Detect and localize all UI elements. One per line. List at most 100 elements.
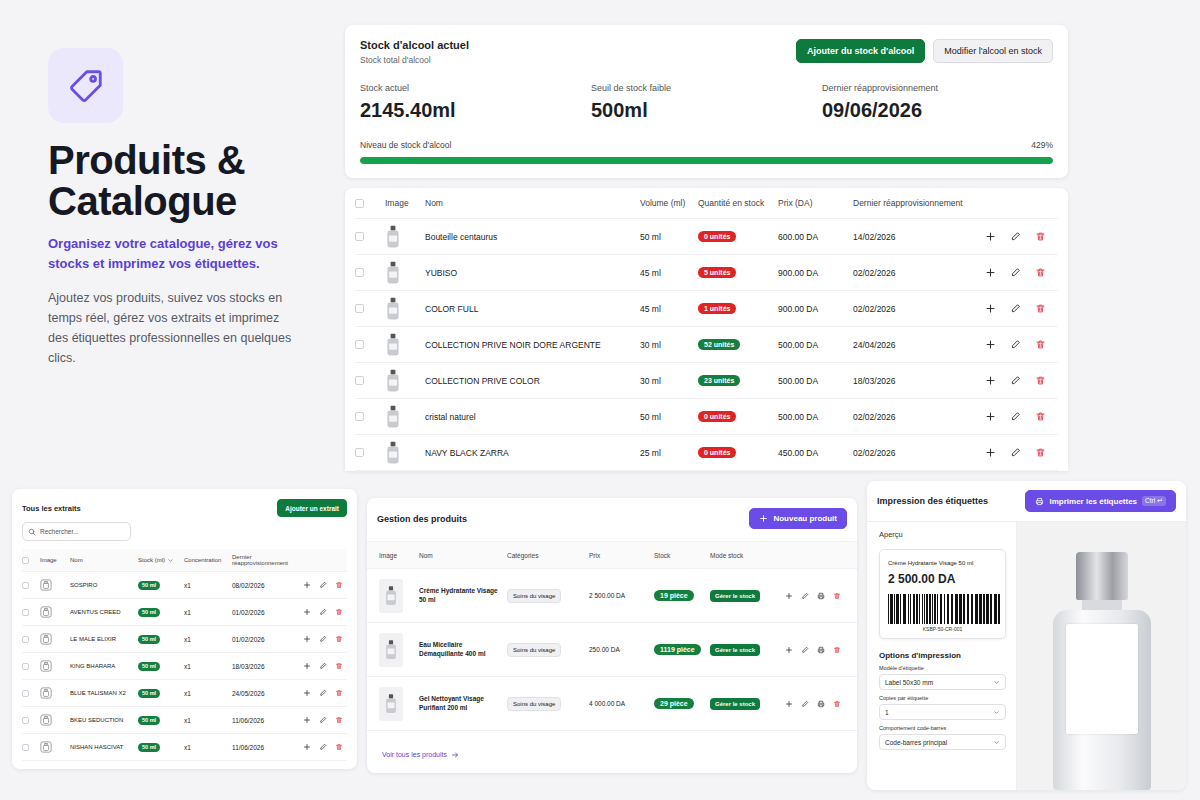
manage-stock-button[interactable]: Gérer le stock [710,698,760,710]
plus-icon[interactable] [785,700,793,708]
row-checkbox[interactable] [355,268,364,277]
pencil-icon[interactable] [1010,411,1021,422]
search-input[interactable] [40,528,125,535]
option-select[interactable]: Code-barres principal [879,734,1006,750]
plus-icon[interactable] [303,608,311,616]
plus-icon[interactable] [985,231,996,242]
row-checkbox[interactable] [22,717,29,724]
trash-icon[interactable] [833,700,841,708]
row-checkbox[interactable] [22,636,29,643]
pencil-icon[interactable] [319,635,327,643]
table-row[interactable]: cristal naturel 50 ml 0 unités 500.00 DA… [355,399,1058,435]
plus-icon[interactable] [303,662,311,670]
row-checkbox[interactable] [355,448,364,457]
product-row[interactable]: Gel Nettoyant Visage Purifiant 200 ml So… [367,677,857,731]
trash-icon[interactable] [1035,447,1046,458]
plus-icon[interactable] [759,514,768,523]
trash-icon[interactable] [833,646,841,654]
plus-icon[interactable] [985,447,996,458]
plus-icon[interactable] [303,689,311,697]
plus-icon[interactable] [985,303,996,314]
product-row[interactable]: Crème Hydratante Visage 50 ml Soins du v… [367,569,857,623]
plus-icon[interactable] [985,267,996,278]
row-checkbox[interactable] [22,690,29,697]
pencil-icon[interactable] [1010,231,1021,242]
manage-stock-button[interactable]: Gérer le stock [710,590,760,602]
trash-icon[interactable] [335,743,343,751]
trash-icon[interactable] [335,635,343,643]
row-checkbox[interactable] [22,582,29,589]
trash-icon[interactable] [1035,411,1046,422]
pencil-icon[interactable] [319,743,327,751]
row-checkbox[interactable] [355,376,364,385]
plus-icon[interactable] [303,716,311,724]
table-row[interactable]: COLOR FULL 45 ml 1 unités 900.00 DA 02/0… [355,291,1058,327]
trash-icon[interactable] [335,716,343,724]
print-labels-button[interactable]: Imprimer les étiquettes Ctrl ↵ [1025,490,1176,512]
search-field[interactable] [22,522,131,541]
plus-icon[interactable] [303,743,311,751]
plus-icon[interactable] [303,581,311,589]
pencil-icon[interactable] [801,700,809,708]
printer-icon[interactable] [1035,497,1044,506]
pencil-icon[interactable] [1010,339,1021,350]
add-extract-button[interactable]: Ajouter un extrait [277,499,347,517]
select-all-checkbox[interactable] [22,557,29,564]
trash-icon[interactable] [335,581,343,589]
pencil-icon[interactable] [319,689,327,697]
trash-icon[interactable] [833,592,841,600]
pencil-icon[interactable] [319,581,327,589]
pencil-icon[interactable] [319,662,327,670]
plus-icon[interactable] [785,592,793,600]
row-checkbox[interactable] [355,412,364,421]
row-checkbox[interactable] [355,304,364,313]
extract-row[interactable]: KING BHARARA 50 ml x1 18/03/2026 [22,653,347,680]
option-select[interactable]: 1 [879,704,1006,720]
trash-icon[interactable] [1035,339,1046,350]
row-checkbox[interactable] [22,609,29,616]
trash-icon[interactable] [1035,267,1046,278]
stock-action-button[interactable]: Modifier l'alcool en stock [933,39,1053,63]
trash-icon[interactable] [335,662,343,670]
manage-stock-button[interactable]: Gérer le stock [710,644,760,656]
pencil-icon[interactable] [1010,267,1021,278]
option-select[interactable]: Label 50x30 mm [879,674,1006,690]
product-row[interactable]: Eau Micellaire Démaquillante 400 ml Soin… [367,623,857,677]
row-checkbox[interactable] [355,232,364,241]
row-checkbox[interactable] [22,744,29,751]
trash-icon[interactable] [335,608,343,616]
trash-icon[interactable] [1035,375,1046,386]
row-checkbox[interactable] [355,340,364,349]
table-row[interactable]: COLLECTION PRIVE COLOR 30 ml 23 unités 5… [355,363,1058,399]
extract-row[interactable]: NISHAN HASCIVAT 50 ml x1 11/06/2026 [22,734,347,761]
table-row[interactable]: YUBISO 45 ml 5 unités 900.00 DA 02/02/20… [355,255,1058,291]
plus-icon[interactable] [785,646,793,654]
printer-icon[interactable] [817,592,825,600]
table-row[interactable]: COLLECTION PRIVE NOIR DORE ARGENTE 30 ml… [355,327,1058,363]
pencil-icon[interactable] [319,608,327,616]
stock-action-button[interactable]: Ajouter du stock d'alcool [796,39,925,63]
plus-icon[interactable] [985,375,996,386]
pencil-icon[interactable] [1010,447,1021,458]
pencil-icon[interactable] [319,716,327,724]
row-checkbox[interactable] [22,663,29,670]
pencil-icon[interactable] [1010,375,1021,386]
plus-icon[interactable] [985,339,996,350]
plus-icon[interactable] [985,411,996,422]
extract-row[interactable]: LE MALE ELIXIR 50 ml x1 01/02/2026 [22,626,347,653]
extract-row[interactable]: AVENTUS CREED 50 ml x1 01/02/2026 [22,599,347,626]
printer-icon[interactable] [817,646,825,654]
view-all-products-link[interactable]: Voir tous les produits [382,751,459,759]
new-product-button[interactable]: Nouveau produit [749,508,847,529]
select-all-checkbox[interactable] [355,199,364,208]
table-row[interactable]: NAVY BLACK ZARRA 25 ml 0 unités 450.00 D… [355,435,1058,471]
extract-row[interactable]: BLUE TALISMAN X2 50 ml x1 24/05/2026 [22,680,347,707]
trash-icon[interactable] [1035,231,1046,242]
trash-icon[interactable] [335,689,343,697]
printer-icon[interactable] [817,700,825,708]
pencil-icon[interactable] [1010,303,1021,314]
extract-row[interactable]: BKEU SEDUCTION 50 ml x1 11/06/2026 [22,707,347,734]
trash-icon[interactable] [1035,303,1046,314]
column-header[interactable]: Stock (ml) [138,557,184,564]
pencil-icon[interactable] [801,592,809,600]
